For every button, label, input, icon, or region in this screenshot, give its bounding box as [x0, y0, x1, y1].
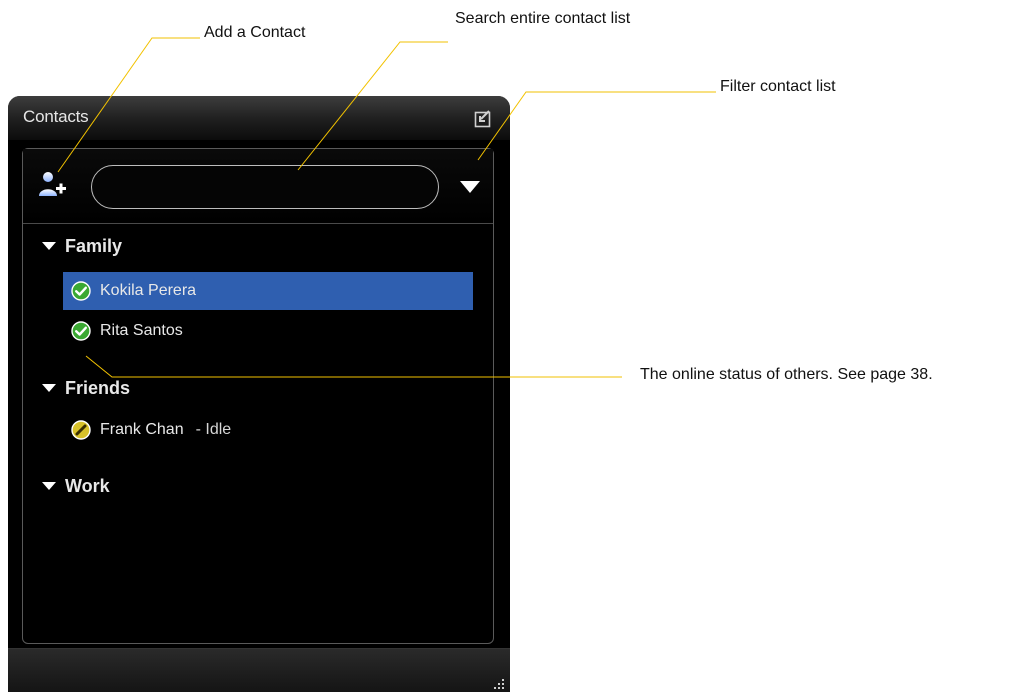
group-label: Friends	[65, 377, 131, 398]
contact-frank-chan[interactable]: Frank Chan - Idle	[63, 411, 473, 449]
filter-dropdown-icon[interactable]	[459, 179, 481, 195]
contact-toolbar	[23, 149, 493, 224]
callout-filter: Filter contact list	[720, 78, 836, 95]
callout-add-contact: Add a Contact	[204, 24, 306, 41]
search-input-wrapper[interactable]	[91, 165, 439, 209]
add-contact-button[interactable]	[38, 169, 68, 199]
contact-list-frame: Family Kokila Perera Rita Santos Friends	[22, 148, 494, 644]
group-label: Work	[65, 475, 110, 496]
resize-grip-icon[interactable]	[490, 675, 506, 691]
contact-kokila-perera[interactable]: Kokila Perera	[63, 272, 473, 310]
callout-search: Search entire contact list	[455, 10, 631, 27]
group-friends[interactable]: Friends	[41, 375, 130, 401]
group-label: Family	[65, 235, 123, 256]
search-input[interactable]	[92, 166, 438, 208]
contact-name: Rita Santos	[100, 322, 183, 339]
panel-title: Contacts	[23, 107, 89, 126]
person-plus-icon	[39, 172, 66, 196]
group-work[interactable]: Work	[41, 473, 110, 499]
contacts-panel: Contacts Family Kokila Perera Rita Santo…	[8, 96, 510, 692]
triangle-down-icon	[42, 242, 56, 250]
check-circle-icon	[71, 321, 91, 341]
bottom-bar	[8, 648, 510, 692]
group-family[interactable]: Family	[41, 233, 122, 259]
status-note: - Idle	[195, 421, 232, 438]
callout-status: The online status of others. See page 38…	[640, 366, 933, 383]
check-circle-icon	[71, 281, 91, 301]
pencil-circle-icon	[71, 420, 91, 440]
title-bar: Contacts	[8, 96, 510, 141]
leader-filter	[477, 91, 716, 161]
contact-rita-santos[interactable]: Rita Santos	[63, 312, 473, 350]
triangle-down-icon	[42, 482, 56, 490]
contact-name: Frank Chan	[100, 421, 184, 438]
contact-name: Kokila Perera	[100, 282, 197, 299]
popout-icon[interactable]	[474, 110, 492, 128]
triangle-down-icon	[42, 384, 56, 392]
